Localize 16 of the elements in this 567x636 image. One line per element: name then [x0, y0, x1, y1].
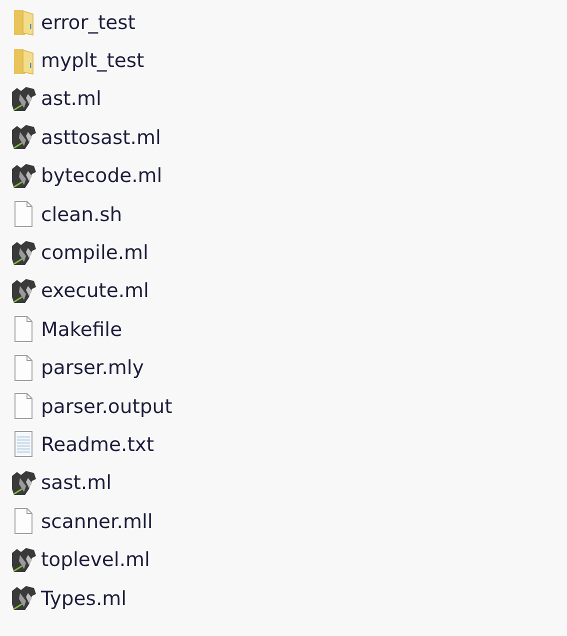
- file-name[interactable]: Types.ml: [41, 586, 127, 610]
- file-name[interactable]: compile.ml: [41, 241, 148, 264]
- file-name[interactable]: myplt_test: [41, 49, 144, 72]
- file-name[interactable]: Makefile: [41, 318, 122, 341]
- file-name[interactable]: toplevel.ml: [41, 548, 150, 572]
- file-name[interactable]: bytecode.ml: [41, 164, 162, 188]
- file-name[interactable]: error_test: [41, 10, 136, 34]
- file-name[interactable]: parser.output: [41, 394, 172, 418]
- file-name[interactable]: parser.mly: [41, 356, 144, 380]
- file-name[interactable]: Readme.txt: [41, 432, 154, 456]
- file-name[interactable]: execute.ml: [41, 279, 149, 302]
- file-name[interactable]: clean.sh: [41, 202, 122, 226]
- file-name[interactable]: asttosast.ml: [41, 126, 161, 149]
- file-name[interactable]: ast.ml: [41, 87, 102, 110]
- file-name[interactable]: scanner.mll: [41, 510, 153, 533]
- file-name[interactable]: sast.ml: [41, 471, 112, 494]
